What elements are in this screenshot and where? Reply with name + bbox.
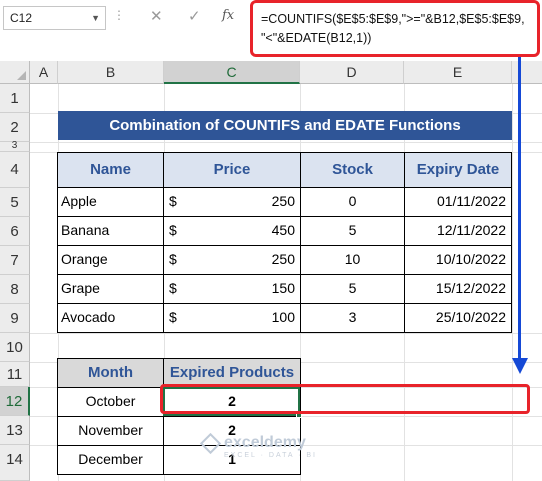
callout-arrow-line (518, 57, 521, 360)
row-header-2[interactable]: 2 (0, 113, 30, 142)
row-header-12[interactable]: 12 (0, 387, 30, 416)
row-header-13[interactable]: 13 (0, 416, 30, 445)
price-value: 250 (271, 193, 295, 209)
highlight-callout-box (160, 384, 530, 414)
cell-price[interactable]: $150 (163, 274, 301, 304)
header-expiry-date[interactable]: Expiry Date (404, 152, 512, 188)
select-all-button[interactable] (0, 61, 30, 84)
column-header-d[interactable]: D (300, 61, 404, 84)
cell-stock[interactable]: 5 (300, 216, 405, 246)
row-header-7[interactable]: 7 (0, 246, 30, 275)
cell-expiry[interactable]: 15/12/2022 (404, 274, 512, 304)
cell-expiry[interactable]: 10/10/2022 (404, 245, 512, 275)
currency-symbol: $ (169, 280, 177, 296)
row-header-8[interactable]: 8 (0, 275, 30, 304)
cell-name[interactable]: Apple (57, 187, 164, 217)
cell-month[interactable]: November (57, 416, 164, 446)
cell-price[interactable]: $250 (163, 187, 301, 217)
cell-expiry[interactable]: 01/11/2022 (404, 187, 512, 217)
currency-symbol: $ (169, 193, 177, 209)
cell-price[interactable]: $450 (163, 216, 301, 246)
gridline (30, 142, 542, 143)
gridline (30, 333, 542, 334)
select-all-triangle-icon (17, 71, 26, 80)
cell-name[interactable]: Avocado (57, 303, 164, 333)
row-header-9[interactable]: 9 (0, 304, 30, 333)
cell-month[interactable]: October (57, 387, 164, 417)
currency-symbol: $ (169, 222, 177, 238)
cell-expiry[interactable]: 12/11/2022 (404, 216, 512, 246)
cell-name[interactable]: Banana (57, 216, 164, 246)
column-header-c[interactable]: C (164, 61, 300, 84)
price-value: 250 (271, 251, 295, 267)
row-header-6[interactable]: 6 (0, 217, 30, 246)
price-value: 100 (271, 309, 295, 325)
watermark-brand: exceldemy (224, 434, 306, 451)
header-price[interactable]: Price (163, 152, 301, 188)
row-header-5[interactable]: 5 (0, 188, 30, 217)
column-header-e[interactable]: E (404, 61, 512, 84)
cell-stock[interactable]: 0 (300, 187, 405, 217)
cell-expiry[interactable]: 25/10/2022 (404, 303, 512, 333)
cell-stock[interactable]: 10 (300, 245, 405, 275)
gridline (512, 84, 513, 481)
column-header-a[interactable]: A (30, 61, 58, 84)
cell-stock[interactable]: 3 (300, 303, 405, 333)
sheet-title: Combination of COUNTIFS and EDATE Functi… (58, 111, 512, 140)
cell-name[interactable]: Orange (57, 245, 164, 275)
watermark-tagline: EXCEL · DATA · BI (224, 452, 317, 459)
header-name[interactable]: Name (57, 152, 164, 188)
cell-price[interactable]: $100 (163, 303, 301, 333)
currency-symbol: $ (169, 251, 177, 267)
currency-symbol: $ (169, 309, 177, 325)
row-header-11[interactable]: 11 (0, 362, 30, 387)
column-header-b[interactable]: B (58, 61, 164, 84)
price-value: 450 (271, 222, 295, 238)
arrow-down-icon (512, 358, 528, 374)
header-month[interactable]: Month (57, 358, 164, 388)
cell-name[interactable]: Grape (57, 274, 164, 304)
cell-stock[interactable]: 5 (300, 274, 405, 304)
row-header-14[interactable]: 14 (0, 445, 30, 481)
row-header-4[interactable]: 4 (0, 152, 30, 188)
cell-month[interactable]: December (57, 445, 164, 475)
cell-price[interactable]: $250 (163, 245, 301, 275)
row-header-10[interactable]: 10 (0, 333, 30, 362)
row-header-3[interactable]: 3 (0, 141, 30, 152)
column-header-f[interactable] (512, 61, 542, 84)
price-value: 150 (271, 280, 295, 296)
header-stock[interactable]: Stock (300, 152, 405, 188)
row-header-1[interactable]: 1 (0, 84, 30, 113)
